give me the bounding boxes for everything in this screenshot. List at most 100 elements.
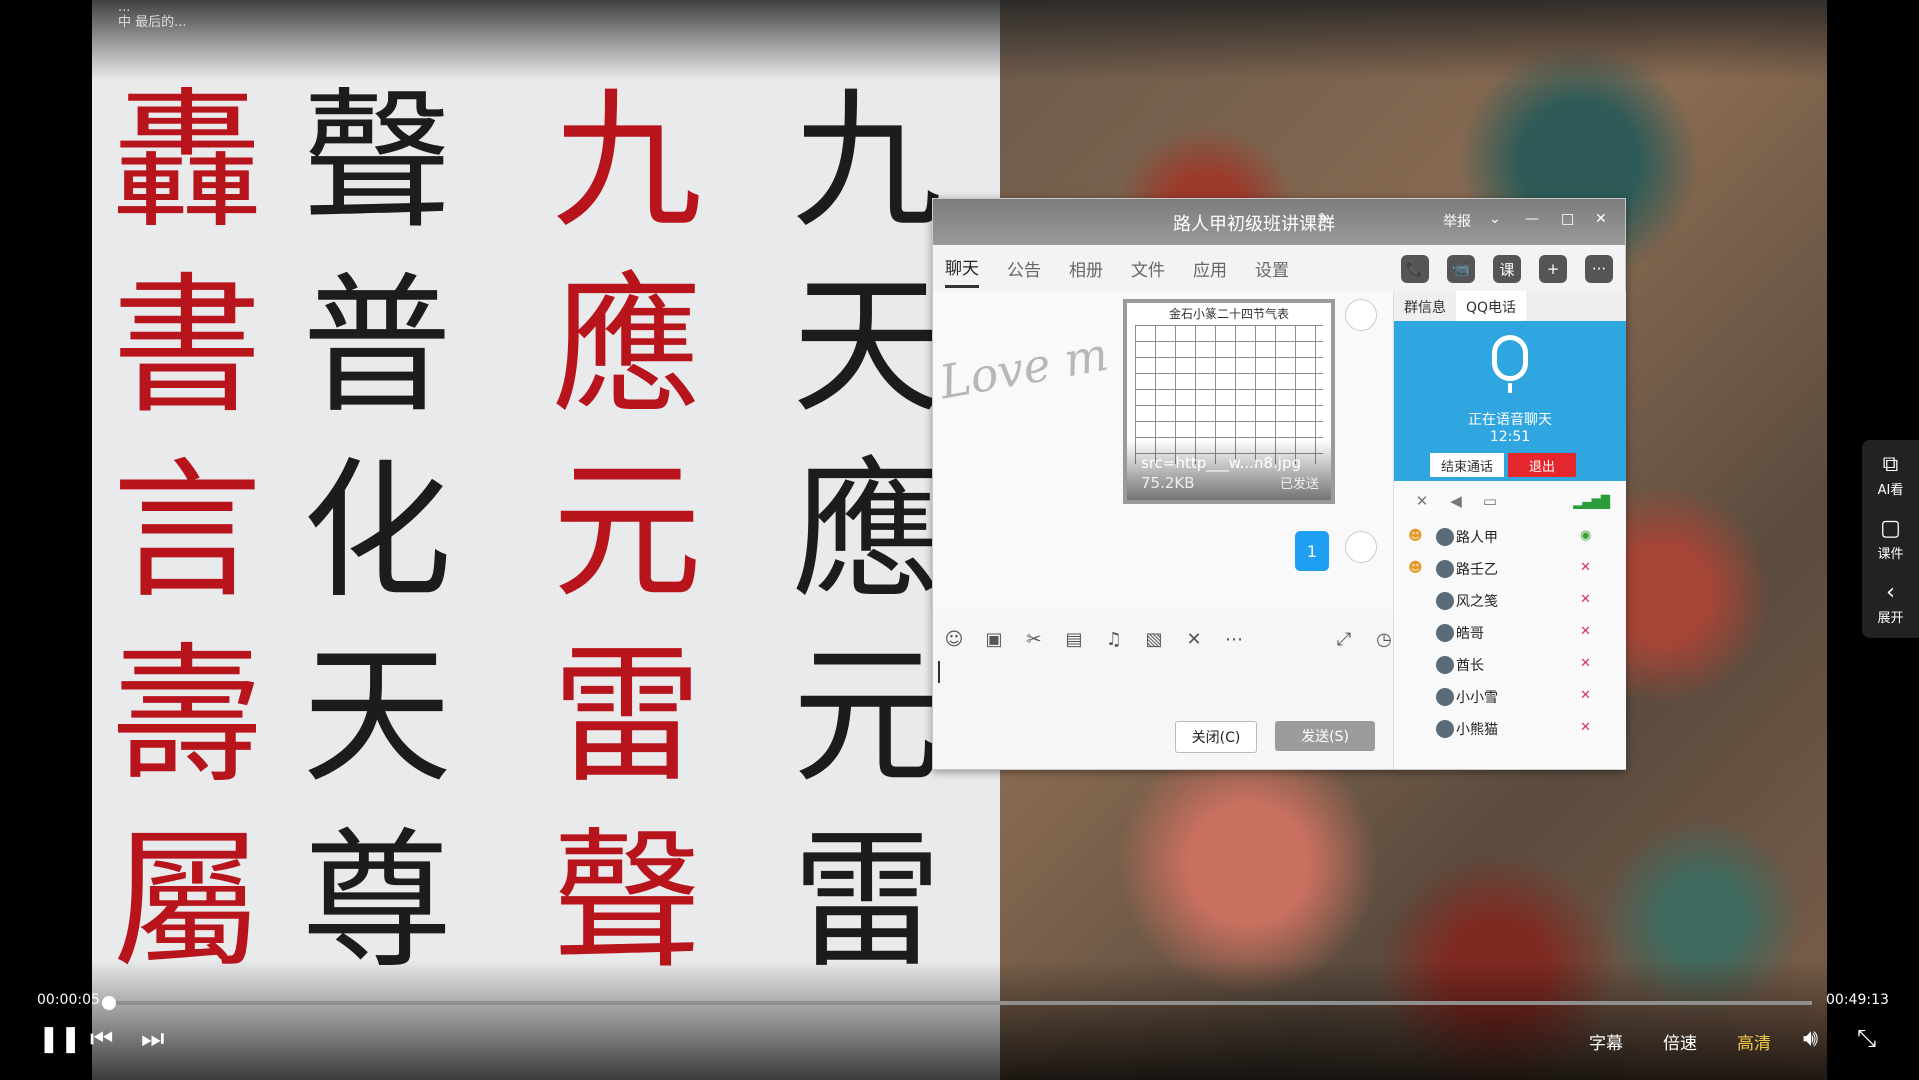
ai-watch-button[interactable]: ⧉ AI看 — [1862, 452, 1919, 498]
top-note-line: ... — [118, 0, 131, 15]
maximize-icon[interactable]: □ — [1561, 211, 1574, 227]
member-name: 风之笺 — [1456, 594, 1498, 610]
close-icon[interactable]: ✕ — [1595, 211, 1607, 227]
calligraphy-column-3: 九 應 元 雷 聲 — [532, 70, 722, 995]
member-item[interactable]: ☻ 路壬乙 ✕ — [1394, 553, 1626, 585]
report-link[interactable]: 举报 — [1443, 211, 1471, 231]
chevron-down-icon[interactable]: ⌄ — [1489, 211, 1501, 227]
microphone-stand — [1508, 383, 1512, 393]
member-item[interactable]: 小熊猫 ✕ — [1394, 713, 1626, 745]
avatar — [1436, 624, 1454, 642]
mic-muted-icon: ✕ — [1580, 656, 1591, 671]
avatar — [1436, 528, 1454, 546]
video-call-icon[interactable]: 📹 — [1447, 255, 1475, 283]
tab-announcement[interactable]: 公告 — [1007, 250, 1041, 287]
avatar[interactable] — [1345, 299, 1377, 331]
avatar[interactable] — [1345, 531, 1377, 563]
glyph: 元 — [791, 630, 942, 804]
mic-muted-icon: ✕ — [1580, 720, 1591, 735]
quality-button[interactable]: 高清 — [1737, 1029, 1771, 1054]
member-name: 路壬乙 — [1456, 562, 1498, 578]
exit-fullscreen-icon[interactable]: ⤡ — [1857, 1024, 1876, 1052]
speaking-icon: ◉ — [1580, 528, 1592, 543]
text-input-caret[interactable] — [938, 661, 940, 683]
camera-icon[interactable]: ▭ — [1480, 491, 1500, 511]
tab-album[interactable]: 相册 — [1069, 250, 1103, 287]
member-item[interactable]: 小小雪 ✕ — [1394, 681, 1626, 713]
member-item[interactable]: 酋长 ✕ — [1394, 649, 1626, 681]
chat-title-bar[interactable]: 路人甲初级班讲课群 ✎ 举报 ⌄ — □ ✕ — [933, 199, 1625, 245]
volume-icon[interactable]: 🔊︎ — [1803, 1024, 1818, 1052]
call-controls: ✕ ◀ ▭ ▂▄▆█ — [1394, 481, 1626, 521]
gif-icon[interactable]: ▣ — [983, 628, 1005, 650]
current-time: 00:00:05 — [37, 992, 100, 1008]
glyph: 壽 — [111, 630, 262, 804]
handwriting-watermark: Love m — [935, 326, 1113, 410]
member-item[interactable]: 皓哥 ✕ — [1394, 617, 1626, 649]
music-icon[interactable]: ♫ — [1103, 628, 1125, 650]
speaker-icon[interactable]: ◀ — [1446, 491, 1466, 511]
top-note-line: 中 最后的... — [118, 15, 187, 30]
courseware-icon: ▢ — [1880, 516, 1901, 541]
more-icon[interactable]: ··· — [1585, 255, 1613, 283]
minimize-icon[interactable]: — — [1525, 211, 1539, 227]
expand-icon[interactable]: ⤢ — [1333, 628, 1355, 650]
edit-icon[interactable]: ✎ — [1318, 211, 1330, 227]
clock-icon[interactable]: ◷ — [1373, 628, 1395, 650]
send-button[interactable]: 发送(S) — [1275, 721, 1375, 751]
emoji-icon[interactable]: ☺ — [943, 628, 965, 650]
side-tabs: 群信息 QQ电话 — [1394, 291, 1626, 321]
file-status: 已发送 — [1279, 477, 1319, 492]
previous-icon[interactable]: ⏮ — [90, 1024, 113, 1055]
message-bubble[interactable]: 1 — [1295, 531, 1329, 571]
progress-knob[interactable] — [102, 996, 117, 1010]
tab-chat[interactable]: 聊天 — [945, 248, 979, 288]
tab-qq-call[interactable]: QQ电话 — [1456, 291, 1527, 321]
chat-title: 路人甲初级班讲课群 — [1173, 214, 1335, 235]
ai-icon: ⧉ — [1882, 452, 1899, 477]
quit-button[interactable]: 退出 — [1508, 453, 1576, 477]
folder-icon[interactable]: ▤ — [1063, 628, 1085, 650]
glyph: 九 — [791, 75, 942, 249]
close-button[interactable]: 关闭(C) — [1175, 721, 1257, 753]
image-icon[interactable]: ▧ — [1143, 628, 1165, 650]
pause-icon[interactable]: ❚❚ — [38, 1024, 82, 1054]
bell-off-icon[interactable]: ✕ — [1183, 628, 1205, 650]
more-icon[interactable]: ⋯ — [1223, 628, 1245, 650]
group-chat-window[interactable]: 路人甲初级班讲课群 ✎ 举报 ⌄ — □ ✕ 聊天 公告 相册 文件 应用 设置… — [932, 198, 1626, 770]
subtitles-button[interactable]: 字幕 — [1589, 1029, 1623, 1054]
file-size: 75.2KB — [1141, 474, 1195, 492]
voice-duration: 12:51 — [1489, 429, 1531, 445]
courseware-button[interactable]: ▢ 课件 — [1862, 516, 1919, 562]
controls-shade — [0, 960, 1919, 1080]
image-message[interactable]: 金石小篆二十四节气表 src=http___w...n8.jpg 75.2KB … — [1123, 299, 1335, 504]
mic-off-icon[interactable]: ✕ — [1412, 491, 1432, 511]
course-icon[interactable]: 课 — [1493, 255, 1521, 283]
add-icon[interactable]: + — [1539, 255, 1567, 283]
tab-settings[interactable]: 设置 — [1255, 250, 1289, 287]
glyph: 元 — [551, 445, 702, 619]
progress-bar[interactable] — [102, 996, 1812, 1010]
expand-button[interactable]: ‹ 展开 — [1862, 580, 1919, 626]
image-header: 金石小篆二十四节气表 — [1168, 307, 1289, 321]
phone-icon[interactable]: 📞 — [1401, 255, 1429, 283]
tab-files[interactable]: 文件 — [1131, 250, 1165, 287]
tab-apps[interactable]: 应用 — [1193, 250, 1227, 287]
group-side-panel: 群信息 QQ电话 正在语音聊天 12:51 结束通话 退出 ✕ ◀ ▭ ▂▄▆█… — [1393, 291, 1626, 769]
next-icon[interactable]: ⏭ — [141, 1024, 164, 1055]
member-item[interactable]: 风之笺 ✕ — [1394, 585, 1626, 617]
member-name: 小熊猫 — [1456, 722, 1498, 738]
calligraphy-column-1: 轟 書 言 壽 屬 — [92, 70, 282, 995]
input-toolbar: ☺ ▣ ✂ ▤ ♫ ▧ ✕ ⋯ ⤢ ◷ — [933, 619, 1403, 659]
scissors-icon[interactable]: ✂ — [1023, 628, 1045, 650]
member-item[interactable]: ☻ 路人甲 ◉ — [1394, 521, 1626, 553]
message-area[interactable]: Love m 金石小篆二十四节气表 src=http___w...n8.jpg … — [933, 291, 1393, 609]
glyph: 天 — [791, 260, 942, 434]
top-note: ... 中 最后的... — [118, 0, 187, 30]
file-name: src=http___w...n8.jpg — [1141, 454, 1301, 472]
speed-button[interactable]: 倍速 — [1663, 1029, 1697, 1054]
glyph: 書 — [111, 260, 262, 434]
signal-icon: ▂▄▆█ — [1573, 495, 1610, 509]
tab-group-info[interactable]: 群信息 — [1394, 291, 1456, 321]
end-call-button[interactable]: 结束通话 — [1430, 453, 1504, 477]
